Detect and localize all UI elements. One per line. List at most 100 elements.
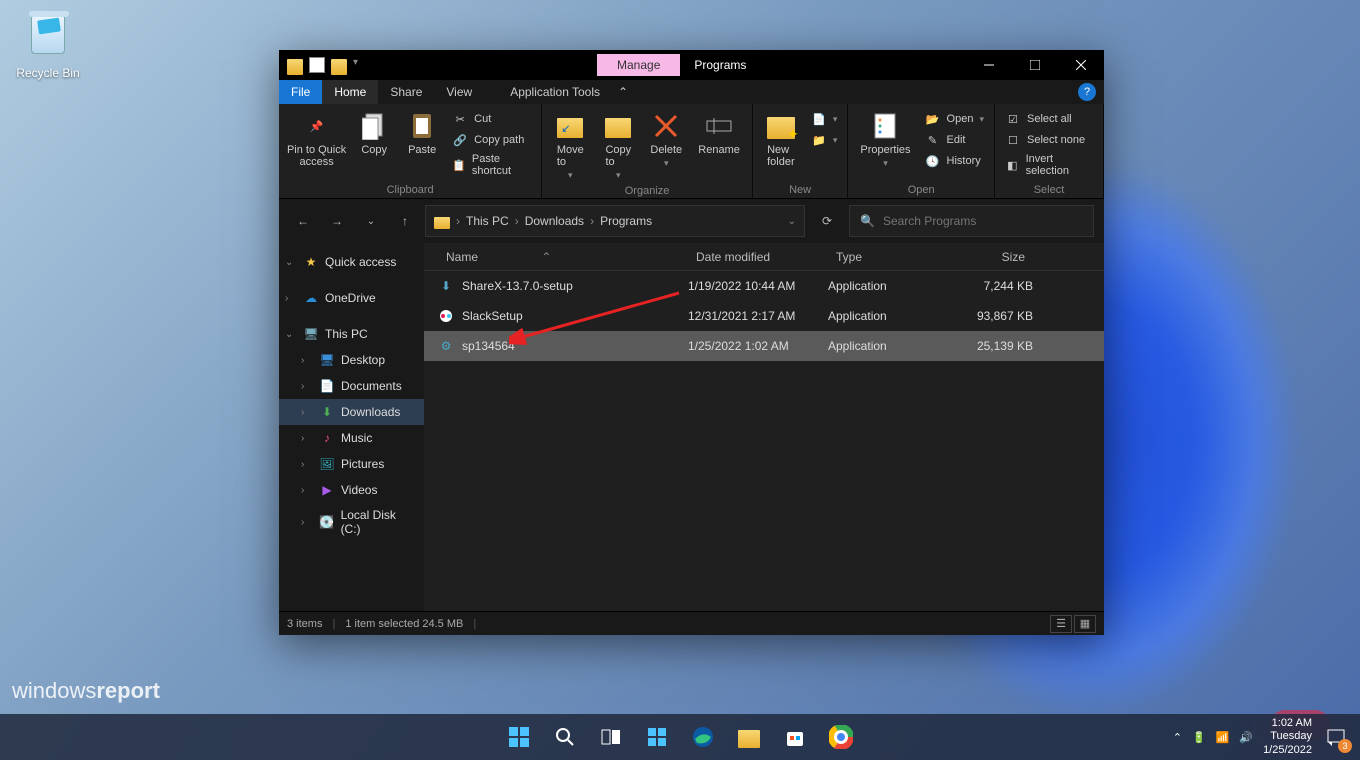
close-button[interactable] — [1058, 50, 1104, 80]
taskbar-chrome[interactable] — [821, 717, 861, 757]
move-to-button[interactable]: ↙Move to▾ — [550, 108, 590, 183]
task-view-button[interactable] — [591, 717, 631, 757]
cut-button[interactable]: ✂Cut — [450, 110, 533, 128]
col-type[interactable]: Type — [828, 250, 948, 264]
taskbar[interactable]: ⌃ 🔋 📶 🔊 1:02 AM Tuesday 1/25/2022 3 — [0, 714, 1360, 760]
file-row[interactable]: SlackSetup 12/31/2021 2:17 AM Applicatio… — [424, 301, 1104, 331]
edit-button[interactable]: ✎Edit — [923, 131, 986, 149]
invert-icon: ◧ — [1005, 157, 1020, 173]
maximize-button[interactable] — [1012, 50, 1058, 80]
folder-icon[interactable] — [287, 59, 303, 75]
new-folder-button[interactable]: ✦New folder — [761, 108, 801, 170]
sidebar-item-documents[interactable]: ›📄Documents — [279, 373, 424, 399]
notifications-button[interactable]: 3 — [1322, 723, 1350, 751]
exe-icon: ⚙ — [438, 338, 454, 354]
select-all-button[interactable]: ☑Select all — [1003, 110, 1095, 128]
titlebar[interactable]: ▾ Manage Programs — [279, 50, 1104, 80]
taskbar-clock[interactable]: 1:02 AM Tuesday 1/25/2022 — [1263, 717, 1312, 757]
battery-icon[interactable]: 🔋 — [1192, 731, 1206, 744]
history-button[interactable]: 🕓History — [923, 152, 986, 170]
tab-file[interactable]: File — [279, 80, 322, 104]
col-name[interactable]: Name ⌃ — [438, 250, 688, 264]
open-button[interactable]: 📂Open▾ — [923, 110, 986, 128]
shortcut-icon: 📋 — [452, 157, 466, 173]
taskbar-edge[interactable] — [683, 717, 723, 757]
tab-share[interactable]: Share — [378, 80, 434, 104]
copy-path-button[interactable]: 🔗Copy path — [450, 131, 533, 149]
address-bar[interactable]: › This PC › Downloads › Programs ⌄ — [425, 205, 805, 237]
recent-dropdown[interactable]: ⌄ — [357, 207, 385, 235]
easy-access-button[interactable]: 📁▾ — [809, 131, 840, 149]
path-icon: 🔗 — [452, 132, 468, 148]
invert-selection-button[interactable]: ◧Invert selection — [1003, 152, 1095, 178]
widgets-button[interactable] — [637, 717, 677, 757]
paste-shortcut-button[interactable]: 📋Paste shortcut — [450, 152, 533, 178]
forward-button[interactable]: → — [323, 207, 351, 235]
taskbar-tray: ⌃ 🔋 📶 🔊 1:02 AM Tuesday 1/25/2022 3 — [1173, 717, 1360, 757]
sidebar-item-quick-access[interactable]: ⌄★Quick access — [279, 249, 424, 275]
pc-icon: 🖥 — [303, 326, 319, 342]
addr-dropdown-icon[interactable]: ⌄ — [788, 216, 796, 227]
taskbar-explorer[interactable] — [729, 717, 769, 757]
file-row[interactable]: ⬇ShareX-13.7.0-setup 1/19/2022 10:44 AM … — [424, 271, 1104, 301]
pin-quick-access-button[interactable]: 📌Pin to Quick access — [287, 108, 346, 170]
cloud-icon: ☁ — [303, 290, 319, 306]
downloads-icon: ⬇ — [319, 404, 335, 420]
refresh-button[interactable]: ⟳ — [811, 205, 843, 237]
sidebar-item-desktop[interactable]: ›🖥Desktop — [279, 347, 424, 373]
volume-icon[interactable]: 🔊 — [1239, 731, 1253, 744]
minimize-button[interactable] — [966, 50, 1012, 80]
file-row-selected[interactable]: ⚙sp134564 1/25/2022 1:02 AM Application … — [424, 331, 1104, 361]
col-date[interactable]: Date modified — [688, 250, 828, 264]
sidebar-item-videos[interactable]: ›▶Videos — [279, 477, 424, 503]
search-input[interactable] — [883, 214, 1083, 228]
pictures-icon: 🖼 — [319, 456, 335, 472]
view-details-button[interactable]: ☰ — [1050, 615, 1072, 633]
ribbon-group-select: ☑Select all ☐Select none ◧Invert selecti… — [995, 104, 1104, 198]
tab-home[interactable]: Home — [322, 80, 378, 104]
document-icon[interactable] — [309, 57, 325, 73]
context-tab-manage[interactable]: Manage — [597, 54, 680, 76]
search-icon: 🔍 — [860, 214, 875, 228]
folder-icon[interactable] — [331, 59, 347, 75]
back-button[interactable]: ← — [289, 207, 317, 235]
select-none-button[interactable]: ☐Select none — [1003, 131, 1095, 149]
ribbon-collapse-icon[interactable]: ⌃ — [612, 80, 634, 104]
status-count: 3 items — [287, 618, 322, 630]
new-item-button[interactable]: 📄▾ — [809, 110, 840, 128]
sidebar-item-music[interactable]: ›♪Music — [279, 425, 424, 451]
search-button[interactable] — [545, 717, 585, 757]
properties-button[interactable]: Properties▾ — [856, 108, 914, 171]
col-size[interactable]: Size — [948, 250, 1033, 264]
copy-button[interactable]: Copy — [354, 108, 394, 158]
breadcrumb[interactable]: Downloads — [525, 214, 584, 228]
view-large-button[interactable]: ▦ — [1074, 615, 1096, 633]
open-icon: 📂 — [925, 111, 941, 127]
breadcrumb[interactable]: Programs — [600, 214, 652, 228]
sidebar-item-onedrive[interactable]: ›☁OneDrive — [279, 285, 424, 311]
star-icon: ★ — [303, 254, 319, 270]
paste-button[interactable]: Paste — [402, 108, 442, 158]
sidebar-item-local-disk[interactable]: ›💽Local Disk (C:) — [279, 503, 424, 541]
up-button[interactable]: ↑ — [391, 207, 419, 235]
nav-pane[interactable]: ⌄★Quick access ›☁OneDrive ⌄🖥This PC ›🖥De… — [279, 243, 424, 611]
sidebar-item-pictures[interactable]: ›🖼Pictures — [279, 451, 424, 477]
qat-dropdown-icon[interactable]: ▾ — [353, 57, 369, 73]
taskbar-store[interactable] — [775, 717, 815, 757]
delete-button[interactable]: Delete▾ — [646, 108, 686, 171]
help-button[interactable]: ? — [1078, 83, 1096, 101]
wifi-icon[interactable]: 📶 — [1216, 731, 1230, 744]
search-box[interactable]: 🔍 — [849, 205, 1094, 237]
tray-chevron-icon[interactable]: ⌃ — [1173, 731, 1182, 744]
sidebar-item-this-pc[interactable]: ⌄🖥This PC — [279, 321, 424, 347]
breadcrumb[interactable]: This PC — [466, 214, 509, 228]
rename-button[interactable]: Rename — [694, 108, 744, 158]
tab-app-tools[interactable]: Application Tools — [498, 80, 612, 104]
copy-to-button[interactable]: Copy to▾ — [598, 108, 638, 183]
column-headers[interactable]: Name ⌃ Date modified Type Size — [424, 243, 1104, 271]
desktop-icon-recycle-bin[interactable]: Recycle Bin — [10, 8, 86, 80]
copy-icon — [358, 110, 390, 142]
start-button[interactable] — [499, 717, 539, 757]
tab-view[interactable]: View — [434, 80, 484, 104]
sidebar-item-downloads[interactable]: ›⬇Downloads — [279, 399, 424, 425]
